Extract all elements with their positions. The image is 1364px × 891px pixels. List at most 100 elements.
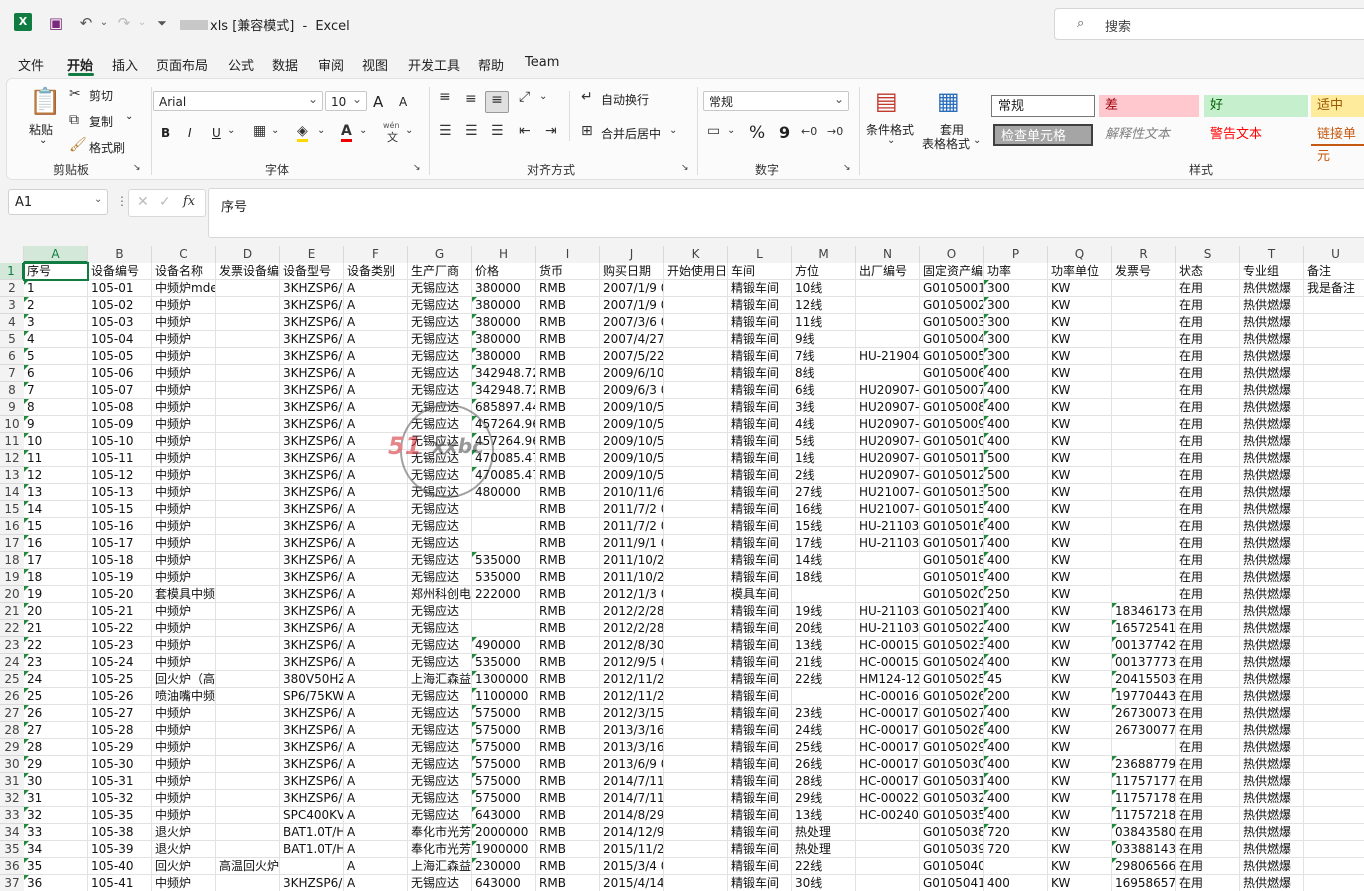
table-cell[interactable]: KW <box>1048 348 1112 365</box>
font-color-icon[interactable]: A <box>341 123 352 142</box>
header-cell[interactable]: 购买日期 <box>600 263 664 280</box>
orientation-dropdown-icon[interactable]: ⌄ <box>539 91 547 102</box>
table-cell[interactable]: 400 <box>984 501 1048 518</box>
table-cell[interactable]: 400 <box>984 637 1048 654</box>
table-cell[interactable] <box>664 790 728 807</box>
phonetic-dropdown-icon[interactable]: ⌄ <box>405 125 413 136</box>
table-cell[interactable]: HU20907-1 <box>856 399 920 416</box>
table-cell[interactable]: 在用 <box>1176 501 1240 518</box>
table-cell[interactable]: 105-15 <box>88 501 152 518</box>
table-cell[interactable]: 1线 <box>792 450 856 467</box>
table-cell[interactable]: G0105001 <box>920 280 984 297</box>
table-cell[interactable] <box>664 450 728 467</box>
table-cell[interactable] <box>664 756 728 773</box>
table-cell[interactable]: 中频炉 <box>152 382 216 399</box>
table-cell[interactable]: 105-26 <box>88 688 152 705</box>
table-cell[interactable]: A <box>344 280 408 297</box>
row-header[interactable]: 29 <box>0 739 24 756</box>
accounting-dropdown-icon[interactable]: ⌄ <box>727 125 735 136</box>
table-cell[interactable]: 400 <box>984 739 1048 756</box>
table-cell[interactable] <box>1304 722 1364 739</box>
table-cell[interactable]: 105-19 <box>88 569 152 586</box>
table-cell[interactable]: 105-24 <box>88 654 152 671</box>
menu-view[interactable]: 视图 <box>362 55 388 74</box>
table-cell[interactable] <box>216 331 280 348</box>
table-cell[interactable]: 2015/4/14 <box>600 875 664 891</box>
table-cell[interactable]: KW <box>1048 382 1112 399</box>
table-cell[interactable]: 精锻车间 <box>728 416 792 433</box>
table-cell[interactable]: 无锡应达 <box>408 297 472 314</box>
table-cell[interactable]: RMB <box>536 773 600 790</box>
table-cell[interactable]: 29线 <box>792 790 856 807</box>
table-cell[interactable]: KW <box>1048 484 1112 501</box>
table-cell[interactable]: 精锻车间 <box>728 722 792 739</box>
table-cell[interactable]: 28线 <box>792 773 856 790</box>
table-cell[interactable]: 精锻车间 <box>728 552 792 569</box>
table-cell[interactable] <box>664 297 728 314</box>
column-header[interactable]: K <box>664 246 728 263</box>
table-cell[interactable]: 13线 <box>792 637 856 654</box>
table-cell[interactable] <box>664 807 728 824</box>
insert-function-button[interactable]: fx <box>183 194 195 209</box>
row-header[interactable]: 15 <box>0 501 24 518</box>
header-cell[interactable]: 出厂编号 <box>856 263 920 280</box>
table-cell[interactable]: KW <box>1048 722 1112 739</box>
paste-icon[interactable]: 📋 <box>29 87 61 117</box>
table-cell[interactable]: 在用 <box>1176 569 1240 586</box>
row-header[interactable]: 23 <box>0 637 24 654</box>
comma-style-button[interactable]: 9 <box>779 123 790 142</box>
table-cell[interactable] <box>664 365 728 382</box>
table-cell[interactable]: 中频炉 <box>152 620 216 637</box>
table-cell[interactable]: RMB <box>536 841 600 858</box>
table-cell[interactable] <box>856 569 920 586</box>
table-cell[interactable]: G0105023 <box>920 637 984 654</box>
table-cell[interactable] <box>1304 875 1364 891</box>
table-cell[interactable] <box>664 314 728 331</box>
table-cell[interactable] <box>1304 586 1364 603</box>
table-cell[interactable]: HU20907-1 <box>856 433 920 450</box>
table-cell[interactable]: RMB <box>536 535 600 552</box>
table-cell[interactable]: 25线 <box>792 739 856 756</box>
table-cell[interactable]: 2011/10/26 <box>600 552 664 569</box>
table-cell[interactable]: 无锡应达 <box>408 535 472 552</box>
table-cell[interactable] <box>1304 365 1364 382</box>
table-cell[interactable] <box>856 280 920 297</box>
table-cell[interactable]: A <box>344 654 408 671</box>
table-cell[interactable] <box>1304 807 1364 824</box>
table-cell[interactable] <box>664 416 728 433</box>
decrease-decimal-icon[interactable]: →0 <box>827 125 843 138</box>
table-cell[interactable]: 精锻车间 <box>728 382 792 399</box>
table-cell[interactable]: 中频炉 <box>152 552 216 569</box>
table-cell[interactable]: RMB <box>536 450 600 467</box>
table-cell[interactable]: 36 <box>24 875 88 891</box>
table-cell[interactable]: 400 <box>984 875 1048 891</box>
table-cell[interactable]: 27线 <box>792 484 856 501</box>
table-cell[interactable]: KW <box>1048 450 1112 467</box>
table-cell[interactable]: 无锡应达 <box>408 314 472 331</box>
formula-more-icon[interactable]: ⋮ <box>116 194 128 208</box>
table-cell[interactable]: 热供燃爆 <box>1240 671 1304 688</box>
table-cell[interactable]: 105-08 <box>88 399 152 416</box>
table-cell[interactable]: 在用 <box>1176 790 1240 807</box>
table-cell[interactable]: 热供燃爆 <box>1240 399 1304 416</box>
table-cell[interactable] <box>216 841 280 858</box>
table-cell[interactable]: 中频炉 <box>152 790 216 807</box>
table-cell[interactable] <box>216 314 280 331</box>
table-cell[interactable]: 热供燃爆 <box>1240 484 1304 501</box>
header-cell[interactable]: 设备名称 <box>152 263 216 280</box>
table-cell[interactable]: 精锻车间 <box>728 790 792 807</box>
table-cell[interactable]: 3KHZSP6/ <box>280 314 344 331</box>
table-cell[interactable]: 精锻车间 <box>728 518 792 535</box>
table-cell[interactable]: 精锻车间 <box>728 348 792 365</box>
table-cell[interactable]: G0105012 <box>920 467 984 484</box>
table-cell[interactable]: 中频炉 <box>152 654 216 671</box>
table-cell[interactable]: A <box>344 586 408 603</box>
table-cell[interactable]: 105-04 <box>88 331 152 348</box>
row-header[interactable]: 27 <box>0 705 24 722</box>
table-cell[interactable]: 在用 <box>1176 824 1240 841</box>
header-cell[interactable]: 备注 <box>1304 263 1364 280</box>
table-cell[interactable]: KW <box>1048 433 1112 450</box>
row-header[interactable]: 24 <box>0 654 24 671</box>
table-cell[interactable]: RMB <box>536 705 600 722</box>
table-cell[interactable]: 无锡应达 <box>408 382 472 399</box>
